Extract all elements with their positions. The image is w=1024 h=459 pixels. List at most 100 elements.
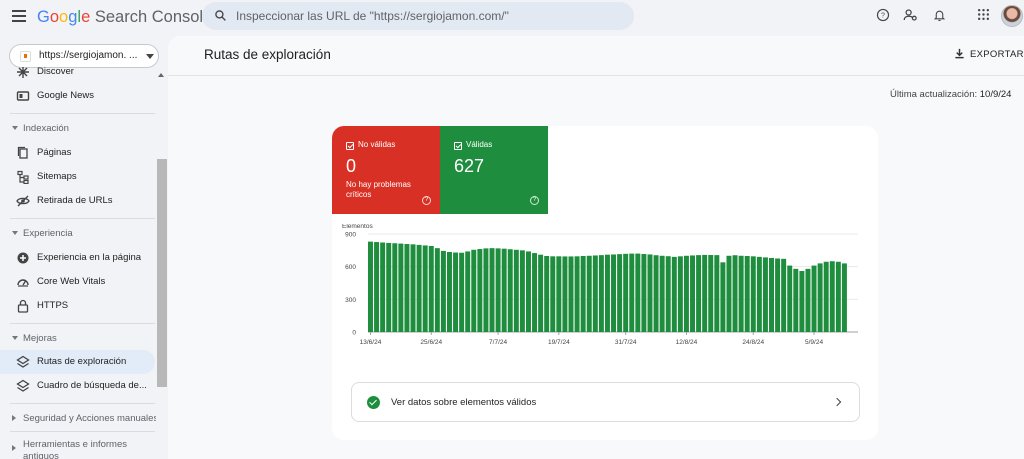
product-logo[interactable]: Google Search Console	[37, 8, 212, 27]
bar	[805, 268, 811, 332]
tile-value: 627	[454, 156, 485, 176]
x-tick-label: 24/8/24	[742, 339, 764, 346]
bar	[368, 241, 373, 332]
chevron-right-icon	[832, 397, 842, 407]
valid-items-details-link[interactable]: Ver datos sobre elementos válidos	[351, 382, 860, 422]
bar	[623, 253, 629, 332]
bar	[532, 253, 538, 332]
bar	[841, 263, 847, 332]
bar	[398, 243, 404, 332]
bar	[787, 265, 793, 332]
section-herramientas[interactable]: Herramientas e informes antiguos	[0, 435, 155, 459]
bar	[647, 254, 653, 332]
scrollbar-thumb[interactable]	[157, 159, 167, 387]
tile-value: 0	[346, 156, 357, 176]
menu-icon[interactable]	[12, 10, 26, 22]
bar	[690, 255, 696, 332]
sidebar-item-experiencia-pagina[interactable]: Experiencia en la página	[0, 246, 155, 270]
site-favicon-icon	[20, 51, 31, 62]
sidebar-item-cuadro-busqueda[interactable]: Cuadro de búsqueda de...	[0, 374, 155, 398]
report-card: No válidas 0 No hay problemas críticos ?…	[332, 126, 878, 440]
bar	[477, 249, 483, 332]
valid-items-tile[interactable]: Válidas 627 ?	[440, 126, 548, 214]
download-icon[interactable]	[954, 48, 965, 59]
bar	[617, 254, 623, 332]
divider	[10, 403, 155, 404]
sidebar-item-discover[interactable]: Discover	[0, 67, 155, 84]
sidebar-item-label: Rutas de exploración	[37, 356, 127, 367]
bar	[835, 261, 841, 332]
x-tick-label: 31/7/24	[615, 339, 637, 346]
bar	[422, 245, 428, 332]
bar	[404, 244, 410, 332]
x-tick-label: 25/6/24	[420, 339, 442, 346]
gauge-icon	[17, 279, 29, 287]
bar	[665, 256, 671, 332]
sidebar-item-paginas[interactable]: Páginas	[0, 141, 155, 165]
bar	[744, 255, 750, 332]
help-icon[interactable]: ?	[530, 196, 539, 205]
bar	[440, 250, 446, 332]
sidebar-item-label: Páginas	[37, 147, 72, 158]
google-wordmark: Google	[37, 8, 91, 26]
section-experiencia[interactable]: Experiencia	[0, 224, 155, 244]
bar	[653, 255, 659, 332]
bar	[629, 253, 635, 332]
bar	[696, 255, 702, 332]
sidebar-item-rutas-exploracion[interactable]: Rutas de exploración	[0, 350, 155, 374]
bar	[811, 265, 817, 332]
bar	[586, 255, 592, 332]
sidebar-nav[interactable]: Discover Google News Indexación Páginas …	[0, 67, 156, 459]
scroll-up-arrow-icon[interactable]	[158, 73, 164, 77]
check-circle-icon	[367, 396, 380, 409]
items-chart: Elementos 900 600 300 0 13/6/24 25/6/24 7/7/24 1…	[332, 224, 878, 364]
bar	[501, 248, 507, 332]
section-label: Mejoras	[23, 333, 57, 344]
export-button[interactable]: EXPORTAR	[970, 49, 1024, 60]
sidebar-item-core-web-vitals[interactable]: Core Web Vitals	[0, 270, 155, 294]
bar	[781, 258, 787, 332]
help-icon[interactable]: ?	[422, 196, 431, 205]
bar	[677, 256, 683, 332]
apps-grid-icon[interactable]	[977, 8, 990, 21]
bar	[817, 263, 823, 332]
sidebar-item-https[interactable]: HTTPS	[0, 294, 155, 318]
search-icon	[215, 10, 226, 21]
eye-off-icon	[16, 195, 30, 207]
users-admin-icon[interactable]	[903, 8, 918, 22]
bar	[544, 255, 550, 332]
checkbox-checked-icon[interactable]	[454, 142, 462, 150]
invalid-items-tile[interactable]: No válidas 0 No hay problemas críticos ?	[332, 126, 440, 214]
divider	[10, 218, 155, 219]
bar	[671, 256, 677, 332]
top-bar: Google Search Console ?	[0, 0, 1024, 36]
tile-label: No válidas	[358, 140, 396, 149]
notifications-bell-icon[interactable]	[933, 8, 946, 22]
bar	[386, 242, 392, 332]
sidebar-item-retirada-urls[interactable]: Retirada de URLs	[0, 189, 155, 213]
sidebar-scrollbar[interactable]	[156, 67, 168, 459]
bar	[598, 255, 604, 332]
y-tick-label: 0	[352, 330, 356, 337]
last-updated-date: 10/9/24	[979, 89, 1012, 100]
account-avatar[interactable]	[1001, 5, 1023, 27]
search-input[interactable]	[236, 7, 626, 25]
x-tick-label: 13/6/24	[360, 339, 382, 346]
section-indexacion[interactable]: Indexación	[0, 119, 155, 139]
section-seguridad[interactable]: Seguridad y Acciones manuales	[0, 409, 156, 429]
chevron-down-icon	[146, 54, 154, 59]
sidebar-item-sitemaps[interactable]: Sitemaps	[0, 165, 155, 189]
url-inspection-search[interactable]	[202, 2, 634, 30]
bar	[465, 251, 471, 332]
property-selector[interactable]: https://sergiojamon. ...	[9, 44, 159, 68]
help-icon[interactable]: ?	[876, 8, 890, 22]
checkbox-checked-icon[interactable]	[346, 142, 354, 150]
bar	[799, 271, 805, 332]
sidebar-item-label: HTTPS	[37, 300, 69, 311]
bar	[659, 255, 665, 332]
sidebar-item-google-news[interactable]: Google News	[0, 84, 155, 108]
y-axis-label: Elementos	[342, 224, 373, 230]
x-tick-label: 7/7/24	[489, 339, 507, 346]
property-label: https://sergiojamon. ...	[39, 50, 138, 61]
section-mejoras[interactable]: Mejoras	[0, 329, 155, 349]
